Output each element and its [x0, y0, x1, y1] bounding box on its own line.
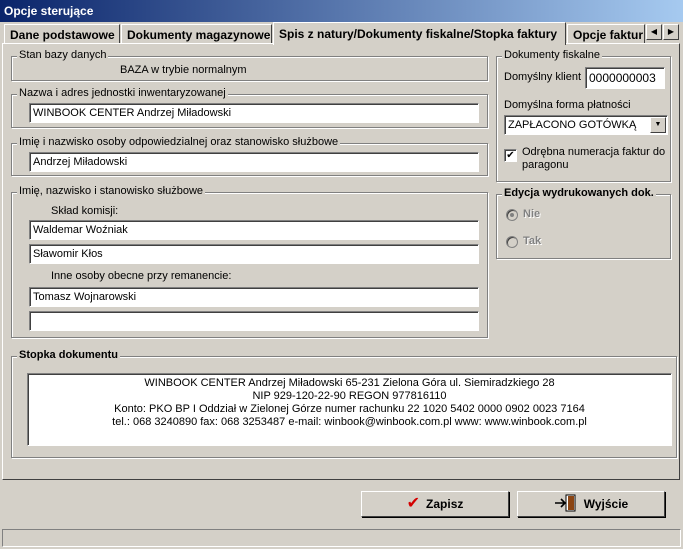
- footer-textarea[interactable]: WINBOOK CENTER Andrzej Miładowski 65-231…: [27, 373, 672, 446]
- exit-button-label: Wyjście: [583, 497, 629, 511]
- printed-edit-yes-radio[interactable]: [506, 236, 518, 248]
- tab-dane-podstawowe[interactable]: Dane podstawowe: [4, 24, 120, 44]
- printed-edit-group: Edycja wydrukowanych dok. Nie Tak: [496, 187, 671, 259]
- responsible-input[interactable]: Andrzej Miładowski: [29, 152, 479, 172]
- responsible-group: Imię i nazwisko osoby odpowiedzialnej or…: [11, 136, 488, 176]
- footer-line: WINBOOK CENTER Andrzej Miładowski 65-231…: [144, 377, 555, 389]
- default-payment-value: ZAPŁACONO GOTÓWKĄ: [508, 119, 637, 131]
- printed-edit-no-radio[interactable]: [506, 209, 518, 221]
- fiscal-legend: Dokumenty fiskalne: [502, 49, 602, 61]
- tab-opcje-faktur[interactable]: Opcje faktur: [567, 24, 645, 44]
- db-state-group: Stan bazy danych BAZA w trybie normalnym: [11, 49, 488, 81]
- chevron-down-icon[interactable]: ▼: [650, 117, 666, 133]
- printed-edit-no-label: Nie: [523, 208, 541, 220]
- unit-name-input[interactable]: WINBOOK CENTER Andrzej Miładowski: [29, 103, 479, 123]
- printed-edit-yes-label: Tak: [523, 235, 542, 247]
- tab-dokumenty-magazynowe[interactable]: Dokumenty magazynowe: [121, 24, 272, 44]
- commission-member-1-input[interactable]: Waldemar Woźniak: [29, 220, 479, 240]
- printed-edit-legend: Edycja wydrukowanych dok.: [502, 187, 656, 199]
- tab-strip: Dane podstawowe Dokumenty magazynowe Spi…: [0, 22, 683, 45]
- commission-member-2-input[interactable]: Sławomir Kłos: [29, 244, 479, 264]
- arrow-left-icon: ◀: [650, 27, 658, 36]
- db-state-value: BAZA w trybie normalnym: [120, 64, 247, 76]
- commission-others-label: Inne osoby obecne przy remanencie:: [51, 270, 232, 282]
- footer-line: NIP 929-120-22-90 REGON 977816110: [252, 390, 447, 402]
- save-button-label: Zapisz: [426, 497, 464, 511]
- checkmark-icon: ✔: [406, 495, 421, 512]
- db-state-legend: Stan bazy danych: [17, 49, 109, 61]
- arrow-right-icon: ▶: [667, 27, 675, 36]
- commission-other-2-input[interactable]: [29, 311, 479, 331]
- tab-spis-z-natury[interactable]: Spis z natury/Dokumenty fiskalne/Stopka …: [273, 22, 566, 45]
- default-client-label: Domyślny klient: [504, 71, 582, 83]
- default-client-input[interactable]: 0000000003: [585, 67, 665, 89]
- window-title: Opcje sterujące: [0, 0, 683, 22]
- unit-name-legend: Nazwa i adres jednostki inwentaryzowanej: [17, 87, 228, 99]
- exit-door-icon: [554, 494, 578, 515]
- responsible-legend: Imię i nazwisko osoby odpowiedzialnej or…: [17, 136, 341, 148]
- commission-legend: Imię, nazwisko i stanowisko służbowe: [17, 185, 206, 197]
- footer-line: tel.: 068 3240890 fax: 068 3253487 e-mai…: [112, 416, 587, 428]
- commission-group: Imię, nazwisko i stanowisko służbowe Skł…: [11, 185, 488, 338]
- exit-button[interactable]: Wyjście: [517, 491, 665, 517]
- commission-other-1-input[interactable]: Tomasz Wojnarowski: [29, 287, 479, 307]
- separate-numbering-checkbox[interactable]: ✔: [504, 149, 517, 162]
- footer-line: Konto: PKO BP I Oddział w Zielonej Górze…: [114, 403, 585, 415]
- commission-members-label: Skład komisji:: [51, 205, 119, 217]
- status-bar: [2, 529, 681, 547]
- default-payment-select[interactable]: ZAPŁACONO GOTÓWKĄ ▼: [504, 115, 668, 135]
- tab-scroll-right[interactable]: ▶: [663, 24, 679, 40]
- footer-legend: Stopka dokumentu: [17, 349, 121, 361]
- save-button[interactable]: ✔ Zapisz: [361, 491, 509, 517]
- default-payment-label: Domyślna forma płatności: [504, 99, 631, 111]
- fiscal-group: Dokumenty fiskalne Domyślny klient 00000…: [496, 49, 671, 182]
- separate-numbering-label: Odrębna numeracja faktur do paragonu: [522, 146, 666, 171]
- unit-name-group: Nazwa i adres jednostki inwentaryzowanej…: [11, 87, 488, 128]
- tab-scroll-left[interactable]: ◀: [646, 24, 662, 40]
